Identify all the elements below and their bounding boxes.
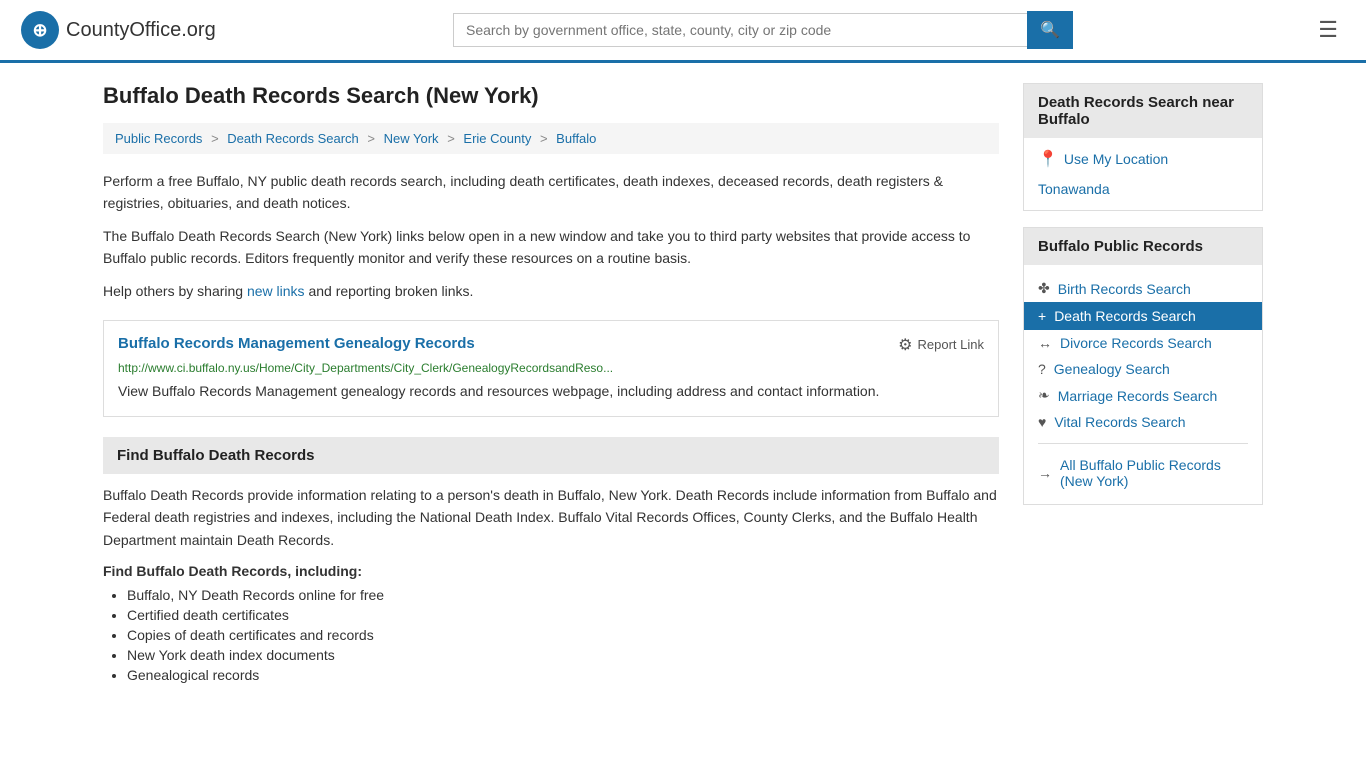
death-nearby-box: Death Records Search near Buffalo 📍 Use … xyxy=(1023,83,1263,211)
intro-p3-before: Help others by sharing xyxy=(103,283,247,299)
list-item: Buffalo, NY Death Records online for fre… xyxy=(127,587,999,603)
sidebar-label: Vital Records Search xyxy=(1054,414,1185,430)
search-button[interactable]: 🔍 xyxy=(1027,11,1073,49)
record-title: Buffalo Records Management Genealogy Rec… xyxy=(118,335,475,352)
report-icon: ⚙ xyxy=(898,335,912,355)
intro-paragraph-2: The Buffalo Death Records Search (New Yo… xyxy=(103,225,999,270)
logo-icon: ⊕ xyxy=(20,10,60,50)
sidebar-divider xyxy=(1038,443,1248,444)
tonawanda-link[interactable]: Tonawanda xyxy=(1038,178,1248,200)
sidebar-divorce-records[interactable]: ↔ Divorce Records Search xyxy=(1038,330,1248,356)
record-desc: View Buffalo Records Management genealog… xyxy=(118,381,984,402)
find-list: Buffalo, NY Death Records online for fre… xyxy=(103,587,999,683)
sidebar-label: Genealogy Search xyxy=(1054,361,1170,377)
logo-main: CountyOffice xyxy=(66,19,181,41)
intro-paragraph-1: Perform a free Buffalo, NY public death … xyxy=(103,170,999,215)
record-card-header: Buffalo Records Management Genealogy Rec… xyxy=(118,335,984,355)
breadcrumb-public-records[interactable]: Public Records xyxy=(115,131,202,146)
find-list-title: Find Buffalo Death Records, including: xyxy=(103,563,999,579)
genealogy-icon: ? xyxy=(1038,361,1046,377)
menu-button[interactable]: ☰ xyxy=(1310,13,1346,47)
page-title: Buffalo Death Records Search (New York) xyxy=(103,83,999,109)
search-area: 🔍 xyxy=(453,11,1073,49)
sidebar-label: Divorce Records Search xyxy=(1060,335,1212,351)
breadcrumb-sep-2: > xyxy=(367,131,375,146)
use-location-link[interactable]: Use My Location xyxy=(1064,148,1168,170)
sidebar-marriage-records[interactable]: ❧ Marriage Records Search xyxy=(1038,382,1248,409)
sidebar-label: Birth Records Search xyxy=(1058,281,1191,297)
logo-suffix: .org xyxy=(181,19,215,41)
birth-icon: ✤ xyxy=(1038,280,1050,297)
logo-area: ⊕ CountyOffice.org xyxy=(20,10,216,50)
header: ⊕ CountyOffice.org 🔍 ☰ xyxy=(0,0,1366,63)
intro-paragraph-3: Help others by sharing new links and rep… xyxy=(103,280,999,302)
sidebar: Death Records Search near Buffalo 📍 Use … xyxy=(1023,83,1263,687)
marriage-icon: ❧ xyxy=(1038,387,1050,404)
breadcrumb-new-york[interactable]: New York xyxy=(384,131,439,146)
sidebar-death-records[interactable]: + Death Records Search xyxy=(1024,302,1262,330)
list-item: Genealogical records xyxy=(127,667,999,683)
breadcrumb-sep-4: > xyxy=(540,131,548,146)
death-nearby-header: Death Records Search near Buffalo xyxy=(1024,84,1262,138)
search-icon: 🔍 xyxy=(1040,22,1060,39)
find-section-header: Find Buffalo Death Records xyxy=(103,437,999,474)
list-item: New York death index documents xyxy=(127,647,999,663)
hamburger-icon: ☰ xyxy=(1318,17,1338,42)
arrow-icon: → xyxy=(1038,465,1052,481)
sidebar-all-public-records[interactable]: → All Buffalo Public Records (New York) xyxy=(1038,452,1248,494)
find-section-paragraph: Buffalo Death Records provide informatio… xyxy=(103,484,999,551)
breadcrumb: Public Records > Death Records Search > … xyxy=(103,123,999,154)
breadcrumb-buffalo[interactable]: Buffalo xyxy=(556,131,596,146)
divorce-icon: ↔ xyxy=(1038,335,1052,351)
breadcrumb-sep-3: > xyxy=(447,131,455,146)
breadcrumb-death-records[interactable]: Death Records Search xyxy=(227,131,359,146)
record-url: http://www.ci.buffalo.ny.us/Home/City_De… xyxy=(118,361,984,375)
public-records-box: Buffalo Public Records ✤ Birth Records S… xyxy=(1023,227,1263,505)
content-wrapper: Buffalo Death Records Search (New York) … xyxy=(83,63,1283,707)
breadcrumb-sep-1: > xyxy=(211,131,219,146)
sidebar-label: All Buffalo Public Records (New York) xyxy=(1060,457,1248,489)
svg-text:⊕: ⊕ xyxy=(32,20,47,40)
sidebar-vital-records[interactable]: ♥ Vital Records Search xyxy=(1038,409,1248,435)
sidebar-label: Death Records Search xyxy=(1054,308,1196,324)
use-location-row: 📍 Use My Location xyxy=(1038,148,1248,170)
sidebar-birth-records[interactable]: ✤ Birth Records Search xyxy=(1038,275,1248,302)
report-link[interactable]: ⚙ Report Link xyxy=(898,335,984,355)
list-item: Certified death certificates xyxy=(127,607,999,623)
main-content: Buffalo Death Records Search (New York) … xyxy=(103,83,999,687)
death-nearby-body: 📍 Use My Location Tonawanda xyxy=(1024,138,1262,210)
search-input[interactable] xyxy=(453,13,1027,47)
pin-icon: 📍 xyxy=(1038,149,1058,169)
new-links-link[interactable]: new links xyxy=(247,283,305,299)
list-item: Copies of death certificates and records xyxy=(127,627,999,643)
record-title-link[interactable]: Buffalo Records Management Genealogy Rec… xyxy=(118,335,475,352)
public-records-body: ✤ Birth Records Search + Death Records S… xyxy=(1024,265,1262,504)
sidebar-label: Marriage Records Search xyxy=(1058,388,1218,404)
death-icon: + xyxy=(1038,308,1046,324)
intro-p3-after: and reporting broken links. xyxy=(305,283,474,299)
vital-icon: ♥ xyxy=(1038,414,1046,430)
public-records-header: Buffalo Public Records xyxy=(1024,228,1262,265)
logo-text: CountyOffice.org xyxy=(66,19,216,42)
sidebar-genealogy-search[interactable]: ? Genealogy Search xyxy=(1038,356,1248,382)
breadcrumb-erie-county[interactable]: Erie County xyxy=(463,131,531,146)
report-link-label: Report Link xyxy=(918,337,984,352)
record-card: Buffalo Records Management Genealogy Rec… xyxy=(103,320,999,417)
